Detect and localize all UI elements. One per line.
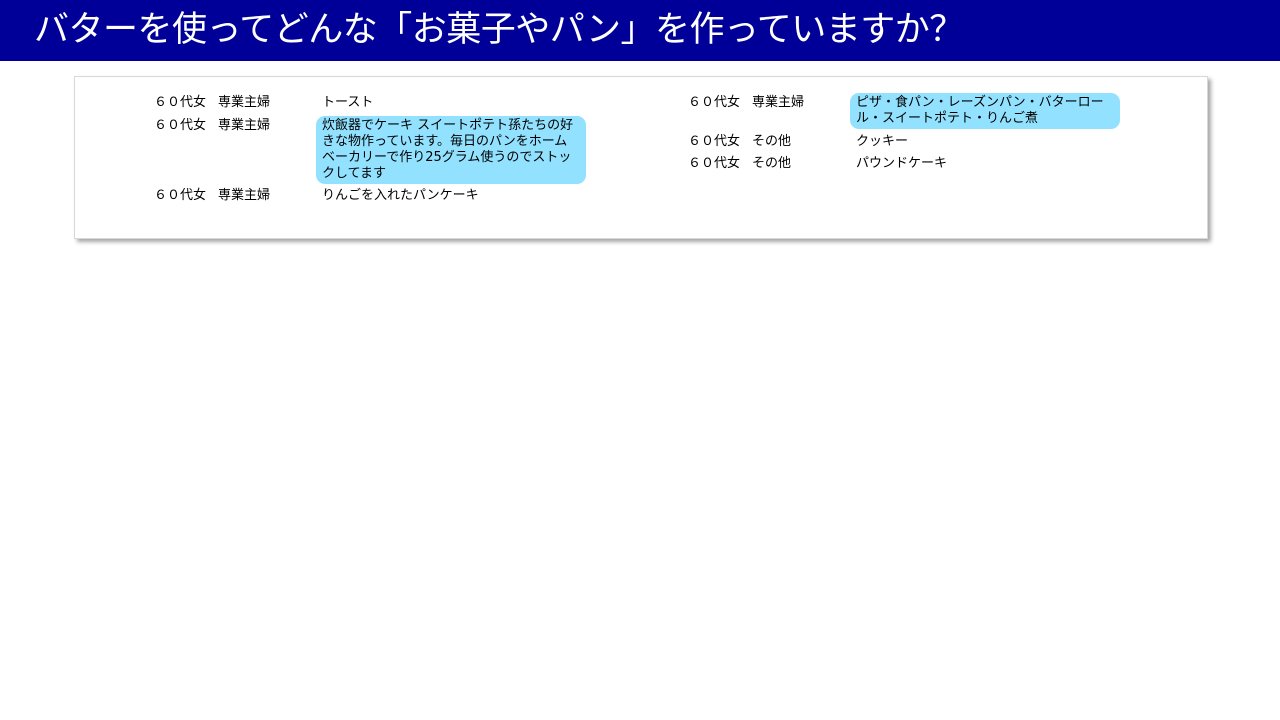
response-answer: トースト <box>322 95 374 110</box>
response-answer-highlighted: 炊飯器でケーキ スイートポテト孫たちの好きな物作っています。毎日のパンをホームベ… <box>316 116 586 184</box>
respondent-age: ６０代女 <box>688 95 741 110</box>
response-row: ６０代女 その他 クッキー <box>688 134 1128 152</box>
page-title: バターを使ってどんな「お菓子やパン」を作っていますか？ <box>34 10 964 50</box>
respondent-age: ６０代女 <box>154 118 207 133</box>
response-answer: クッキー <box>856 134 909 149</box>
respondent-occupation: 専業主婦 <box>218 188 271 203</box>
respondent-age: ６０代女 <box>154 95 207 110</box>
respondent-age: ６０代女 <box>688 134 741 149</box>
response-answer: パウンドケーキ <box>856 156 948 171</box>
response-answer: りんごを入れたパンケーキ <box>322 188 479 203</box>
response-row: ６０代女 その他 パウンドケーキ <box>688 156 1128 174</box>
responses-card: ６０代女 専業主婦 トースト ６０代女 専業主婦 炊飯器でケーキ スイートポテト… <box>74 76 1208 239</box>
respondent-age: ６０代女 <box>688 156 741 171</box>
respondent-occupation: 専業主婦 <box>752 95 805 110</box>
respondent-occupation: 専業主婦 <box>218 118 271 133</box>
response-row: ６０代女 専業主婦 ピザ・食パン・レーズンパン・バターロール・スイートポテト・り… <box>688 93 1128 133</box>
respondent-occupation: 専業主婦 <box>218 95 271 110</box>
response-row: ６０代女 専業主婦 トースト <box>154 95 594 113</box>
respondent-occupation: その他 <box>752 134 792 149</box>
respondent-occupation: その他 <box>752 156 792 171</box>
title-bar: バターを使ってどんな「お菓子やパン」を作っていますか？ <box>0 0 1280 61</box>
respondent-age: ６０代女 <box>154 188 207 203</box>
response-row: ６０代女 専業主婦 りんごを入れたパンケーキ <box>154 188 594 206</box>
response-row: ６０代女 専業主婦 炊飯器でケーキ スイートポテト孫たちの好きな物作っています。… <box>154 116 594 188</box>
response-answer-highlighted: ピザ・食パン・レーズンパン・バターロール・スイートポテト・りんご煮 <box>850 93 1120 129</box>
